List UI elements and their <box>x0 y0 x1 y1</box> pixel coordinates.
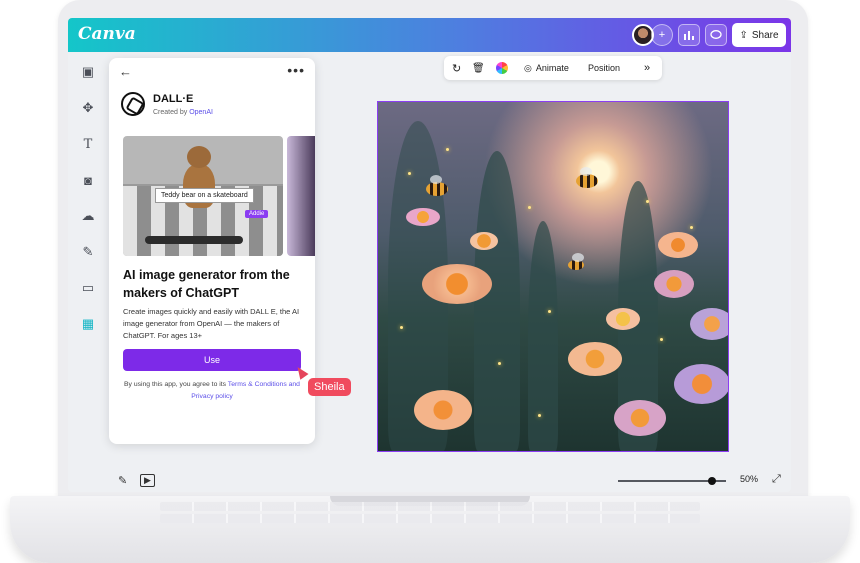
analytics-icon[interactable] <box>678 24 700 46</box>
use-button[interactable]: Use <box>123 349 301 371</box>
bottom-bar: ✎ ▶ 50% ⤢ <box>108 470 791 492</box>
flower-illustration <box>414 390 472 430</box>
preview-image: Teddy bear on a skateboard Addie <box>123 136 283 256</box>
preview-image-next <box>287 136 315 256</box>
terms-text: By using this app, you agree to its Term… <box>123 379 301 403</box>
apps-icon[interactable]: ▦ <box>80 316 96 332</box>
firefly-dot <box>646 200 649 203</box>
zoom-slider-handle[interactable] <box>708 477 716 485</box>
design-icon[interactable]: ▣ <box>80 64 96 80</box>
top-bar: Canva + ⇪ Share <box>68 18 791 52</box>
color-wheel-icon <box>496 62 508 74</box>
context-toolbar: ↻ 🗑 ◎ Animate Position » <box>444 56 662 80</box>
animate-button[interactable]: ◎ Animate <box>524 56 569 80</box>
regenerate-icon[interactable]: ↻ <box>452 56 461 80</box>
present-play-icon[interactable]: ▶ <box>140 474 155 487</box>
upload-cloud-icon[interactable]: ☁ <box>80 208 96 224</box>
app-headline: AI image generator from the makers of Ch… <box>123 268 290 300</box>
share-button[interactable]: ⇪ Share <box>732 23 786 47</box>
flower-illustration <box>568 342 622 376</box>
firefly-dot <box>538 414 541 417</box>
tree-shape <box>474 151 520 451</box>
openai-logo <box>121 92 145 116</box>
app-description: Create images quickly and easily with DA… <box>123 307 300 340</box>
tree-shape <box>528 221 558 451</box>
design-canvas-image[interactable] <box>377 101 729 452</box>
zoom-value: 50% <box>740 474 759 484</box>
firefly-dot <box>660 338 663 341</box>
terms-prefix: By using this app, you agree to its <box>124 381 227 388</box>
preview-caption: Teddy bear on a skateboard <box>155 188 254 203</box>
firefly-dot <box>408 172 411 175</box>
animate-icon: ◎ <box>524 62 532 73</box>
bee-illustration <box>576 167 598 188</box>
collaborator-label: Sheila <box>308 378 351 396</box>
flower-illustration <box>470 232 498 250</box>
color-picker-button[interactable] <box>496 56 508 80</box>
skateboard-illustration <box>145 236 243 244</box>
flower-illustration <box>406 208 440 226</box>
flower-illustration <box>674 364 728 404</box>
creator-link[interactable]: OpenAI <box>189 109 213 116</box>
teddy-bear-illustration <box>179 146 219 216</box>
more-options-icon[interactable]: ••• <box>287 62 305 78</box>
flower-illustration <box>658 232 698 258</box>
creator-prefix: Created by <box>153 109 188 116</box>
canva-logo[interactable]: Canva <box>78 24 136 44</box>
comment-icon[interactable] <box>705 24 727 46</box>
firefly-dot <box>446 148 449 151</box>
firefly-dot <box>690 226 693 229</box>
elements-icon[interactable]: ✥ <box>80 100 96 116</box>
notes-icon[interactable]: ✎ <box>118 474 127 487</box>
app-screen: Canva + ⇪ Share ▣ ✥ T ◙ ☁ ✎ ▭ ▦ ✦ ← ••• … <box>68 18 791 492</box>
share-label: Share <box>751 29 779 41</box>
preview-cursor-label: Addie <box>245 210 269 218</box>
flower-illustration <box>690 308 728 340</box>
firefly-dot <box>548 310 551 313</box>
firefly-dot <box>528 206 531 209</box>
firefly-dot <box>498 362 501 365</box>
fullscreen-icon[interactable]: ⤢ <box>772 473 781 486</box>
trash-icon[interactable]: 🗑 <box>472 56 485 80</box>
draw-icon[interactable]: ✎ <box>80 244 96 260</box>
flower-illustration <box>614 400 666 436</box>
sidebar: ▣ ✥ T ◙ ☁ ✎ ▭ ▦ ✦ <box>68 52 108 492</box>
upload-icon: ⇪ <box>739 29 748 41</box>
bee-illustration <box>426 175 448 196</box>
laptop-keyboard <box>160 502 700 530</box>
flower-illustration <box>654 270 694 298</box>
projects-folder-icon[interactable]: ▭ <box>80 280 96 296</box>
firefly-dot <box>400 326 403 329</box>
animate-label: Animate <box>535 63 569 73</box>
app-name: DALL·E <box>153 93 194 105</box>
add-icon[interactable]: + <box>651 24 673 46</box>
text-icon[interactable]: T <box>80 136 96 152</box>
app-detail-panel: ← ••• DALL·E Created by OpenAI Teddy bea… <box>109 58 315 444</box>
bee-illustration <box>568 253 584 270</box>
more-chevron-icon[interactable]: » <box>644 56 650 80</box>
brand-icon[interactable]: ◙ <box>80 172 96 188</box>
position-button[interactable]: Position <box>588 56 620 80</box>
flower-illustration <box>422 264 492 304</box>
app-creator: Created by OpenAI <box>153 109 213 116</box>
flower-illustration <box>606 308 640 330</box>
back-arrow-icon[interactable]: ← <box>119 64 132 79</box>
